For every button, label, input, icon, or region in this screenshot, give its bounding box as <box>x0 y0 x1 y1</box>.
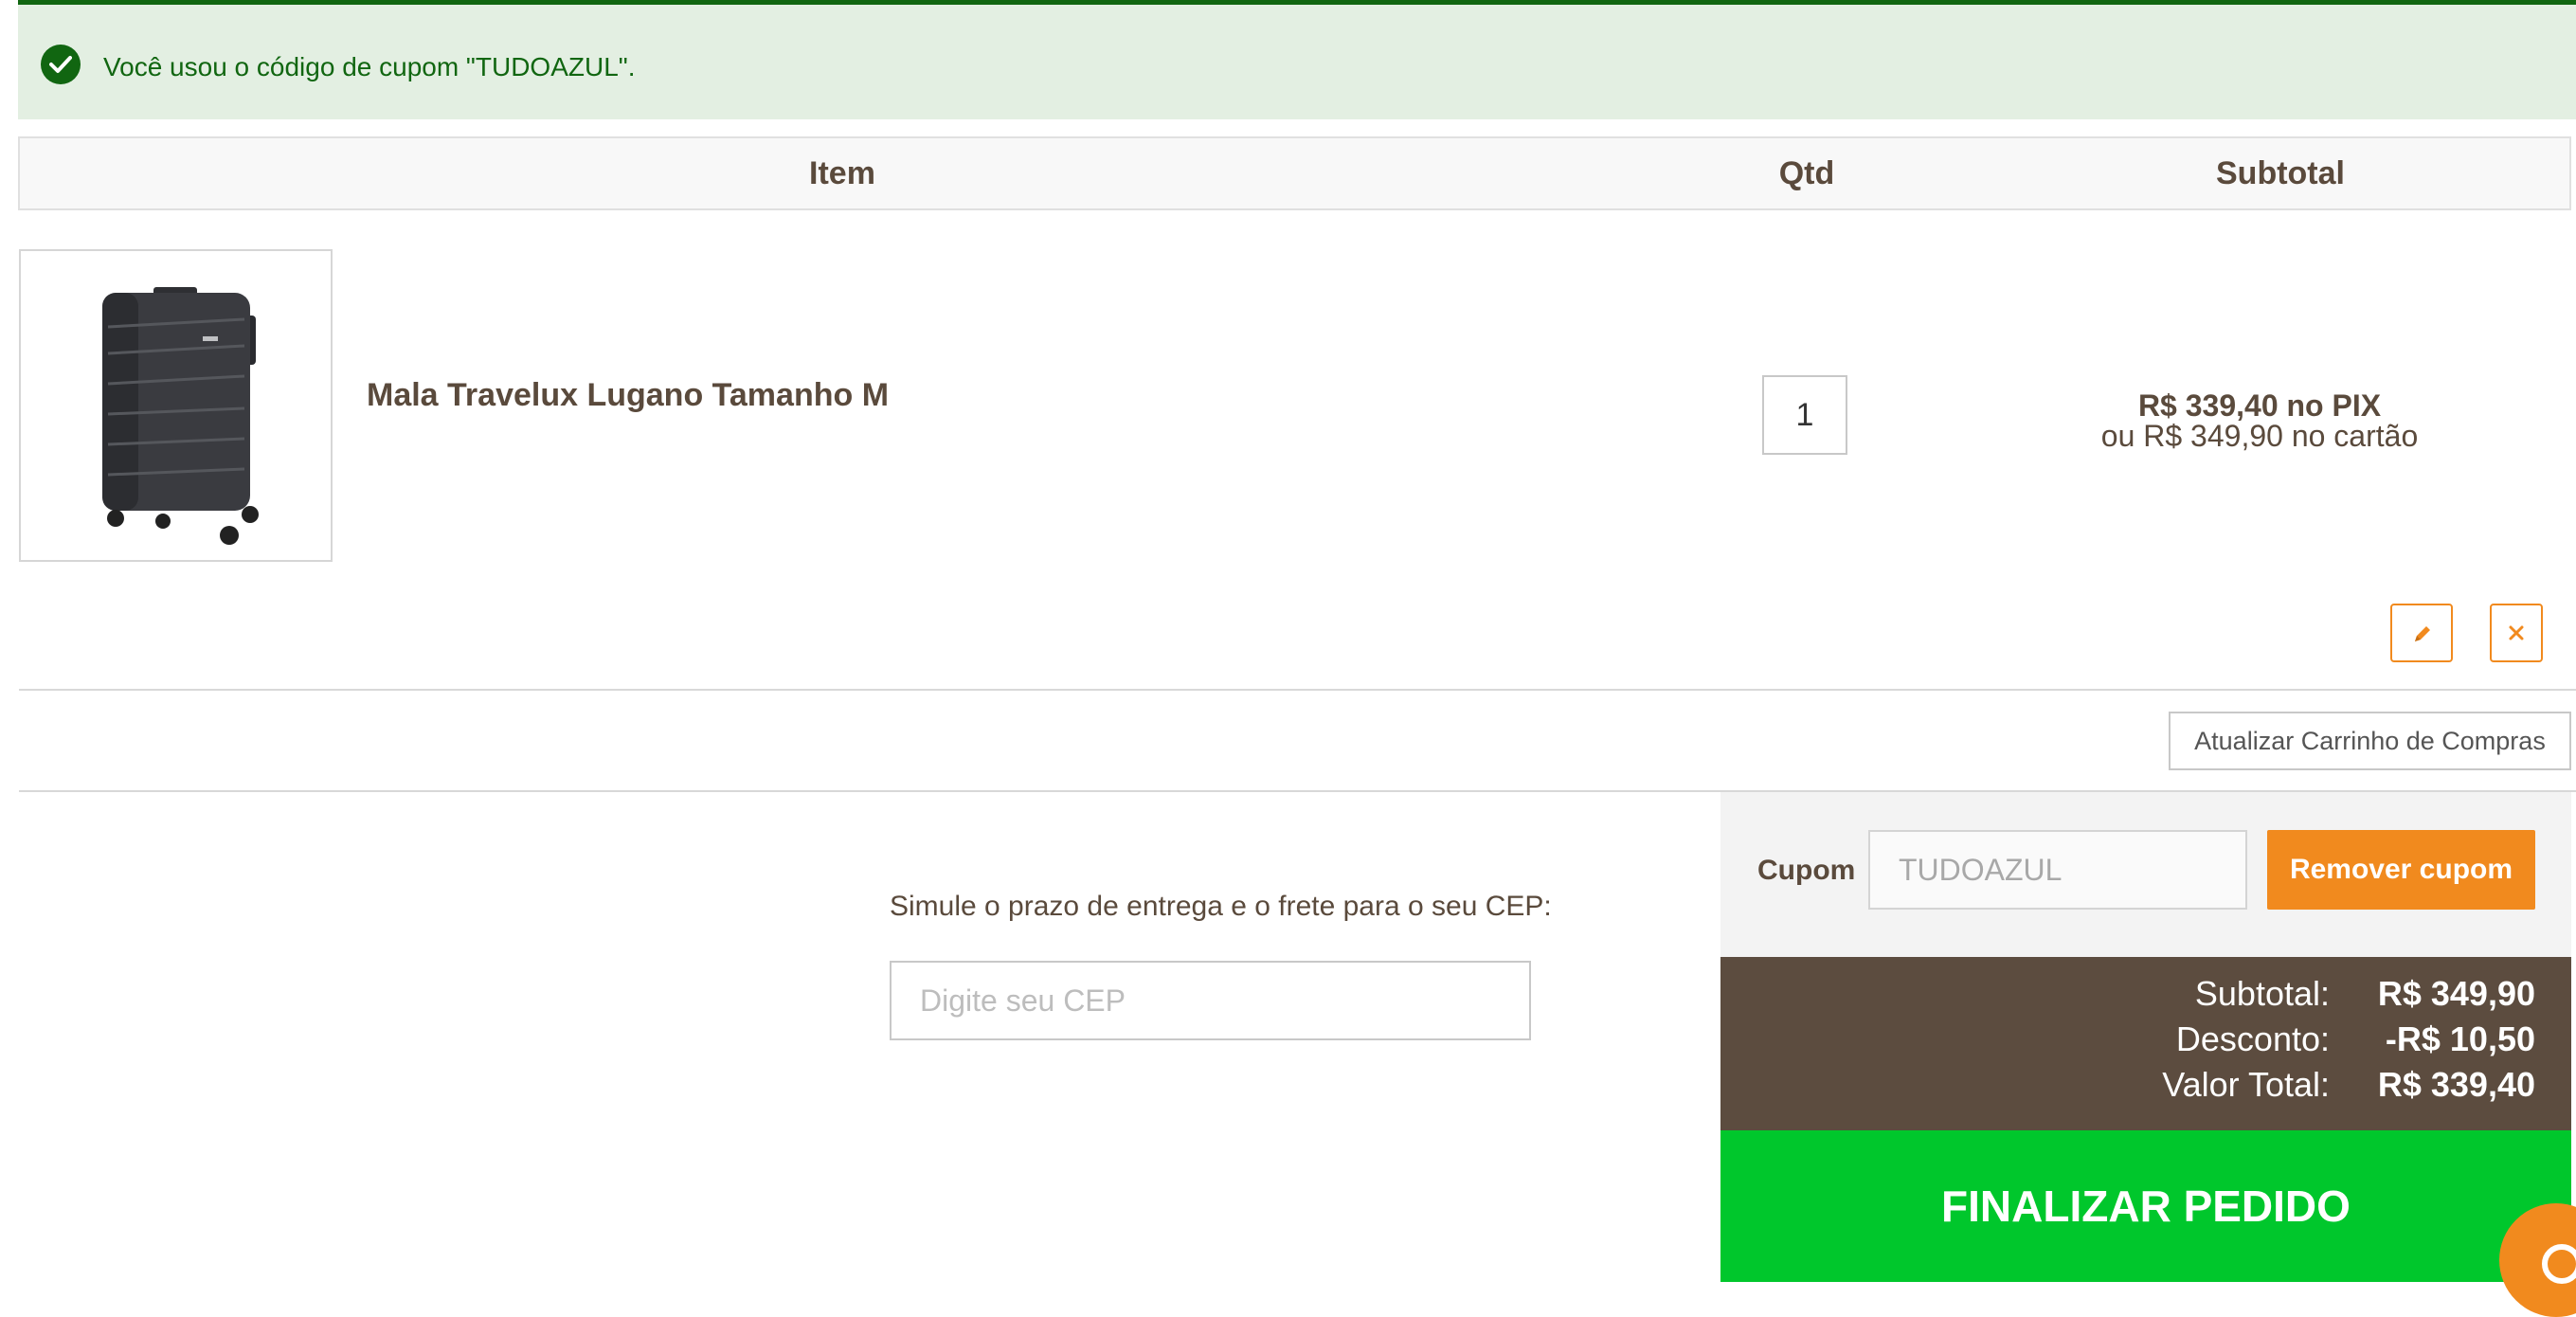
alert-message: Você usou o código de cupom "TUDOAZUL". <box>103 52 636 81</box>
pencil-icon <box>2415 626 2430 641</box>
divider <box>19 689 2576 691</box>
total-value: R$ 339,40 <box>2377 1065 2535 1104</box>
edit-item-button[interactable] <box>2390 604 2453 662</box>
coupon-input[interactable]: TUDOAZUL <box>1868 830 2247 910</box>
order-totals: Subtotal: R$ 349,90 Desconto: -R$ 10,50 … <box>1720 957 2571 1130</box>
price-card: ou R$ 349,90 no cartão <box>2100 419 2419 453</box>
subtotal-label: Subtotal: <box>2194 974 2330 1013</box>
suitcase-image <box>102 287 259 545</box>
shipping-label: Simule o prazo de entrega e o frete para… <box>890 891 1552 922</box>
discount-label: Desconto: <box>2175 1019 2330 1058</box>
header-qty: Qtd <box>1778 155 1835 191</box>
coupon-success-alert: Você usou o código de cupom "TUDOAZUL". <box>18 0 2576 119</box>
cart-table-header: Item Qtd Subtotal <box>18 136 2571 210</box>
coupon-label: Cupom <box>1757 855 1856 886</box>
discount-value: -R$ 10,50 <box>2385 1019 2535 1058</box>
product-name-link[interactable]: Mala Travelux Lugano Tamanho M <box>367 377 889 414</box>
total-label: Valor Total: <box>2162 1065 2330 1104</box>
close-icon <box>2509 625 2524 640</box>
check-circle-icon <box>41 45 81 84</box>
chat-icon <box>2542 1244 2576 1284</box>
checkout-button[interactable]: FINALIZAR PEDIDO <box>1720 1130 2571 1282</box>
product-thumbnail[interactable] <box>19 249 333 562</box>
cep-input[interactable]: Digite seu CEP <box>890 961 1531 1040</box>
update-cart-button[interactable]: Atualizar Carrinho de Compras <box>2169 712 2571 770</box>
header-item: Item <box>809 155 875 191</box>
remove-item-button[interactable] <box>2490 604 2543 662</box>
quantity-input[interactable]: 1 <box>1762 375 1847 455</box>
header-subtotal: Subtotal <box>2216 155 2345 191</box>
subtotal-value: R$ 349,90 <box>2377 974 2535 1013</box>
remove-coupon-button[interactable]: Remover cupom <box>2267 830 2535 910</box>
